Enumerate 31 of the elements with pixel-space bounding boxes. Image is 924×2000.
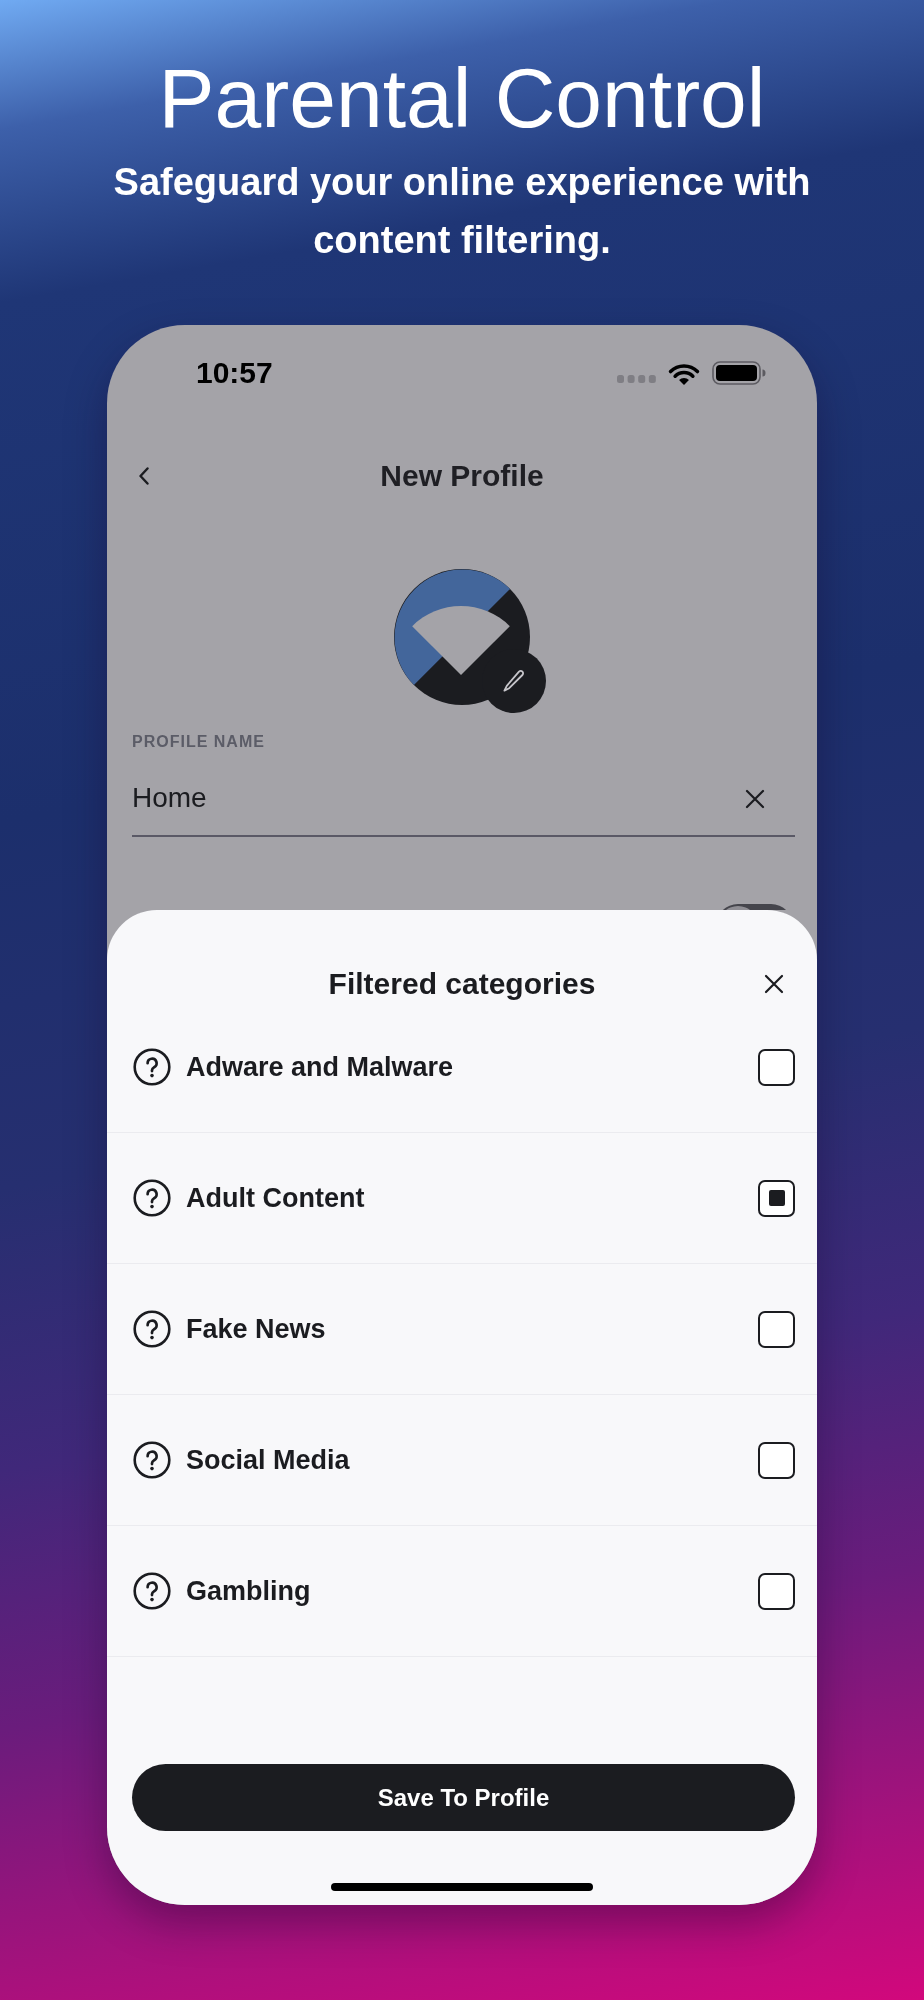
page-title: New Profile [380, 458, 544, 494]
help-icon[interactable] [133, 1572, 171, 1610]
clear-button[interactable] [745, 789, 765, 809]
category-label: Social Media [186, 1444, 351, 1476]
help-icon[interactable] [133, 1179, 171, 1217]
category-label: Adware and Malware [186, 1051, 455, 1083]
category-label: Adult Content [186, 1182, 366, 1214]
close-icon [764, 974, 784, 994]
checkbox[interactable] [758, 1310, 795, 1348]
hero-subtitle: Safeguard your online experience with content filtering. [112, 160, 812, 263]
sheet-title: Filtered categories [328, 966, 596, 1002]
status-time: 10:57 [196, 356, 273, 390]
hero-title: Parental Control [158, 50, 766, 146]
checkbox[interactable] [758, 1179, 795, 1217]
name-input[interactable]: Home [132, 761, 795, 837]
checkbox[interactable] [758, 1572, 795, 1610]
help-icon[interactable] [133, 1441, 171, 1479]
save-button[interactable]: Save To Profile [132, 1764, 795, 1831]
category-label: Gambling [186, 1575, 312, 1607]
signal-dots-icon [617, 375, 656, 383]
close-icon [745, 789, 765, 809]
checkbox[interactable] [758, 1048, 795, 1086]
checkbox[interactable] [758, 1441, 795, 1479]
back-button[interactable] [139, 467, 149, 485]
category-label: Fake News [186, 1313, 327, 1345]
close-button[interactable] [764, 974, 784, 994]
battery-icon [712, 361, 766, 385]
chevron-left-icon [139, 467, 149, 485]
field-label: PROFILE NAME [132, 733, 265, 751]
help-icon[interactable] [133, 1310, 171, 1348]
help-icon[interactable] [133, 1048, 171, 1086]
